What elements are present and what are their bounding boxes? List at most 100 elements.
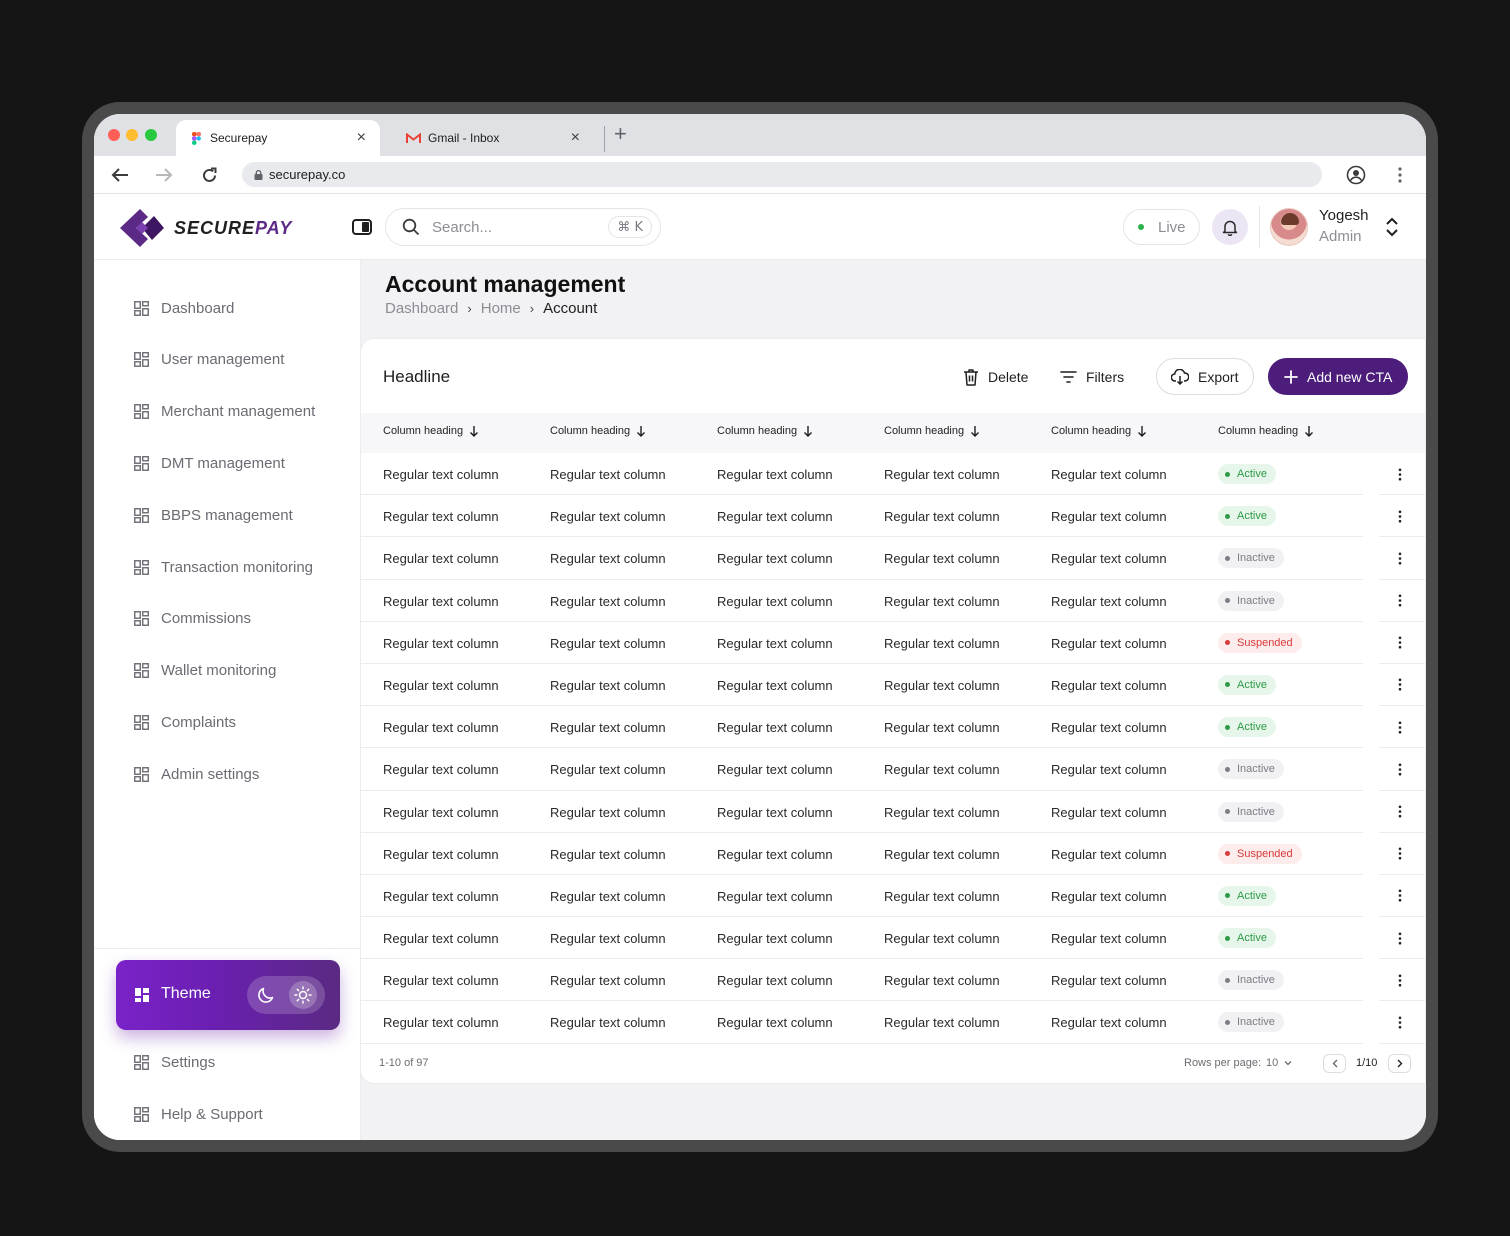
page-indicator: 1/10 (1356, 1057, 1378, 1069)
table-cell: Regular text column (550, 931, 666, 947)
table-cell: Regular text column (383, 931, 499, 947)
table-cell: Regular text column (1051, 804, 1167, 820)
export-button[interactable]: Export (1156, 358, 1254, 395)
table-row[interactable]: Regular text column Regular text column Re… (361, 537, 1425, 580)
table-row[interactable]: Regular text column Regular text column Re… (361, 833, 1425, 875)
row-actions-icon[interactable] (1393, 717, 1407, 737)
avatar[interactable] (1270, 208, 1308, 246)
profile-icon[interactable] (1344, 164, 1368, 186)
row-actions-icon[interactable] (1393, 675, 1407, 695)
sidebar-item-user-management[interactable]: User management (134, 349, 284, 371)
row-actions-icon[interactable] (1393, 886, 1407, 906)
row-actions-icon[interactable] (1393, 506, 1407, 526)
grid-icon (134, 404, 149, 420)
browser-menu-icon[interactable] (1388, 164, 1412, 186)
prev-page-button[interactable] (1323, 1054, 1346, 1073)
sidebar-item-settings[interactable]: Settings (134, 1051, 215, 1073)
row-actions-icon[interactable] (1393, 548, 1407, 568)
window-maximize-dot[interactable] (145, 129, 157, 141)
add-new-cta-button[interactable]: Add new CTA (1268, 358, 1408, 395)
forward-icon[interactable] (152, 164, 176, 186)
moon-icon[interactable] (255, 984, 277, 1006)
notification-button[interactable] (1212, 209, 1248, 245)
sidebar-toggle-icon[interactable] (352, 219, 372, 235)
table-row[interactable]: Regular text column Regular text column Re… (361, 622, 1425, 664)
sun-button[interactable] (289, 981, 317, 1009)
new-tab-icon[interactable]: + (614, 123, 627, 145)
status-dot-icon (1225, 977, 1230, 983)
chevron-up-down-icon[interactable] (1385, 216, 1399, 238)
sidebar-item-label: BBPS management (161, 506, 293, 524)
back-icon[interactable] (108, 164, 132, 186)
table-row[interactable]: Regular text column Regular text column Re… (361, 917, 1425, 960)
sidebar-item-commissions[interactable]: Commissions (134, 608, 251, 630)
breadcrumb-home[interactable]: Home (481, 300, 521, 317)
theme-toggle[interactable] (247, 976, 325, 1014)
close-tab-icon[interactable]: × (357, 130, 366, 146)
live-status-button[interactable]: Live (1123, 209, 1200, 245)
sidebar-item-wallet-monitoring[interactable]: Wallet monitoring (134, 660, 276, 682)
sidebar-item-dashboard[interactable]: Dashboard (134, 297, 234, 319)
next-page-button[interactable] (1388, 1054, 1411, 1073)
search-placeholder: Search... (432, 218, 493, 236)
table-row[interactable]: Regular text column Regular text column Re… (361, 495, 1425, 538)
column-header[interactable]: Column heading (550, 425, 646, 437)
column-header[interactable]: Column heading (1051, 425, 1147, 437)
column-header[interactable]: Column heading (717, 425, 813, 437)
sidebar-item-merchant-management[interactable]: Merchant management (134, 401, 315, 423)
delete-button[interactable]: Delete (963, 358, 1028, 395)
table-row[interactable]: Regular text column Regular text column Re… (361, 580, 1425, 622)
arrow-down-icon (470, 426, 479, 437)
sidebar: Dashboard User management Merchant managem… (94, 260, 361, 1140)
app: SECUREPAY Search... ⌘ K Live Yogesh Admi… (94, 194, 1426, 1140)
user-name: Yogesh (1319, 207, 1369, 224)
breadcrumb-dashboard[interactable]: Dashboard (385, 300, 458, 317)
table-cell: Regular text column (1051, 1015, 1167, 1031)
status-dot-icon (1225, 724, 1230, 730)
row-actions-icon[interactable] (1393, 759, 1407, 779)
row-actions-icon[interactable] (1393, 591, 1407, 611)
sidebar-item-complaints[interactable]: Complaints (134, 711, 236, 733)
close-tab-icon[interactable]: × (571, 130, 580, 146)
window-minimize-dot[interactable] (126, 129, 138, 141)
sidebar-item-dmt-management[interactable]: DMT management (134, 452, 285, 474)
browser-tab-securepay[interactable]: Securepay × (176, 120, 380, 156)
rows-per-page-select[interactable]: Rows per page: 10 (1184, 1057, 1292, 1069)
sidebar-item-transaction-monitoring[interactable]: Transaction monitoring (134, 556, 313, 578)
table-row[interactable]: Regular text column Regular text column Re… (361, 664, 1425, 707)
table-row[interactable]: Regular text column Regular text column Re… (361, 748, 1425, 791)
table-row[interactable]: Regular text column Regular text column Re… (361, 1001, 1425, 1044)
row-actions-icon[interactable] (1393, 844, 1407, 864)
column-header[interactable]: Column heading (1218, 425, 1314, 437)
securepay-logo[interactable]: SECUREPAY (118, 207, 292, 249)
sidebar-item-admin-settings[interactable]: Admin settings (134, 763, 259, 785)
row-actions-icon[interactable] (1393, 633, 1407, 653)
table-row[interactable]: Regular text column Regular text column Re… (361, 875, 1425, 918)
figma-icon (192, 131, 201, 145)
row-actions-icon[interactable] (1393, 802, 1407, 822)
url-bar[interactable]: securepay.co (242, 162, 1322, 187)
row-actions-icon[interactable] (1393, 928, 1407, 948)
sidebar-item-help-support[interactable]: Help & Support (134, 1103, 263, 1125)
sun-icon (294, 986, 312, 1004)
table-row[interactable]: Regular text column Regular text column Re… (361, 959, 1425, 1002)
window-close-dot[interactable] (108, 129, 120, 141)
table-row[interactable]: Regular text column Regular text column Re… (361, 791, 1425, 833)
column-header[interactable]: Column heading (884, 425, 980, 437)
column-heading-label: Column heading (884, 425, 965, 437)
status-dot-icon (1225, 809, 1230, 814)
row-actions-icon[interactable] (1393, 464, 1407, 484)
filters-button[interactable]: Filters (1060, 358, 1124, 395)
search-input[interactable]: Search... ⌘ K (385, 208, 661, 246)
column-header[interactable]: Column heading (383, 425, 479, 437)
browser-tab-gmail[interactable]: Gmail - Inbox × (390, 120, 594, 156)
table-row[interactable]: Regular text column Regular text column Re… (361, 453, 1425, 496)
table-row[interactable]: Regular text column Regular text column Re… (361, 706, 1425, 749)
table-cell: Regular text column (1051, 593, 1167, 609)
sidebar-item-bbps-management[interactable]: BBPS management (134, 504, 293, 526)
reload-icon[interactable] (197, 164, 221, 186)
search-shortcut: ⌘ K (608, 216, 652, 238)
row-actions-icon[interactable] (1393, 970, 1407, 990)
table-cell: Regular text column (717, 804, 833, 820)
row-actions-icon[interactable] (1393, 1012, 1407, 1032)
